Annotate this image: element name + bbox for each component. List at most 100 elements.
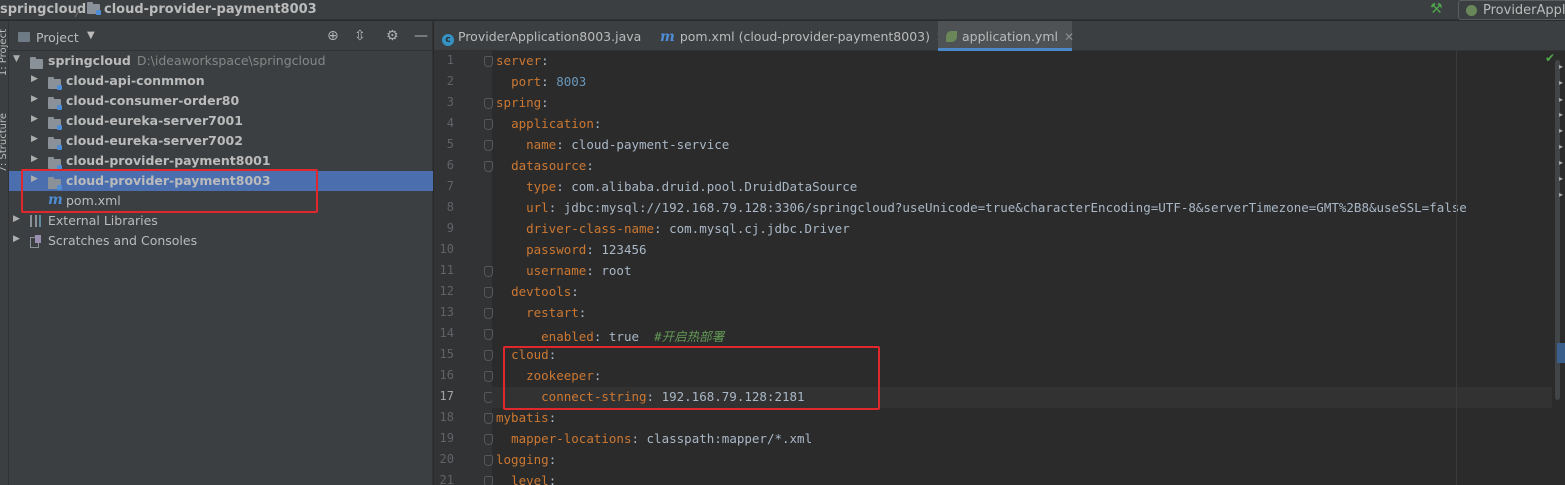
line-number: 13 (439, 305, 454, 319)
line-number: 20 (439, 452, 454, 466)
yaml-key: spring (496, 95, 542, 110)
yaml-key: mapper-locations (511, 431, 632, 446)
tree-module[interactable]: ▶ cloud-eureka-server7002 (9, 131, 433, 151)
tab-provider-application[interactable]: c ProviderApplication8003.java (442, 21, 654, 51)
yaml-value: : (578, 305, 587, 320)
code-line: type: com.alibaba.druid.pool.DruidDataSo… (496, 179, 857, 194)
file-label: pom.xml (66, 193, 121, 208)
tree-module[interactable]: ▶ cloud-consumer-order80 (9, 91, 433, 111)
yaml-value: 8003 (556, 74, 587, 89)
tree-module-selected[interactable]: ▶ cloud-provider-payment8003 (9, 171, 433, 191)
build-hammer-icon[interactable]: ⚒ (1430, 1, 1443, 17)
line-number: 6 (446, 158, 454, 172)
module-folder-icon (48, 116, 65, 131)
tree-module[interactable]: ▶ cloud-api-conmmon (9, 71, 433, 91)
code-line: port: 8003 (496, 74, 586, 89)
yaml-value: : (548, 473, 557, 485)
yaml-key: driver-class-name (526, 221, 655, 236)
yaml-value: : 192.168.79.128:2181 (646, 389, 805, 404)
yaml-value: : 123456 (586, 242, 647, 257)
hide-panel-icon[interactable]: — (414, 28, 428, 44)
tab-label: ProviderApplication8003.java (458, 29, 642, 44)
tree-file-pom[interactable]: m pom.xml (9, 191, 433, 211)
collapsed-arrow-icon[interactable]: ▶ (13, 234, 20, 244)
project-tool-tab[interactable]: 1: Project (0, 29, 9, 76)
collapsed-arrow-icon[interactable]: ▶ (31, 154, 38, 164)
chevron-down-icon[interactable]: ▼ (87, 30, 95, 41)
expanded-arrow-icon[interactable]: ▼ (13, 54, 20, 64)
close-icon[interactable]: ✕ (1064, 30, 1074, 44)
yaml-value (496, 179, 526, 194)
tree-external-libraries[interactable]: ▶ External Libraries (9, 211, 433, 231)
line-number: 5 (446, 137, 454, 151)
code-line: datasource: (496, 158, 594, 173)
code-line: driver-class-name: com.mysql.cj.jdbc.Dri… (496, 221, 850, 236)
maven-icon: m (660, 29, 675, 45)
folder-icon (30, 56, 47, 71)
tab-pom-xml[interactable]: mpom.xml (cloud-provider-payment8003)✕ (660, 21, 946, 51)
breadcrumb-separator: 〉 (74, 5, 88, 20)
code-line: spring: (496, 95, 549, 110)
collapsed-arrow-icon[interactable]: ▶ (31, 74, 38, 84)
gutter-marker-icon: ▸ (1559, 158, 1564, 167)
editor-tabs: c ProviderApplication8003.java m pom.xml (… (434, 21, 1565, 51)
code-line: server: (496, 53, 549, 68)
run-configuration-select[interactable]: ProviderApplication8003 (1458, 0, 1565, 20)
inspection-ok-check-icon[interactable]: ✔ (1545, 51, 1555, 65)
spring-leaf-icon (946, 31, 957, 42)
line-number: 3 (446, 95, 454, 109)
gear-icon[interactable]: ⚙ (386, 28, 399, 44)
collapsed-arrow-icon[interactable]: ▶ (13, 214, 20, 224)
yaml-value (496, 116, 511, 131)
breadcrumb-module[interactable]: cloud-provider-payment8003 (87, 2, 317, 17)
library-icon (30, 215, 43, 227)
yaml-key: url (526, 200, 549, 215)
code-line: mapper-locations: classpath:mapper/*.xml (496, 431, 812, 446)
collapse-all-icon[interactable]: ⇳ (354, 28, 366, 44)
tab-application-yml[interactable]: application.yml ✕ (938, 21, 1074, 51)
left-tool-strip: 1: Project 7: Structure (0, 21, 9, 485)
gutter-marker-icon: ▸ (1559, 95, 1564, 104)
yaml-key: datasource (511, 158, 587, 173)
line-number: 17 (439, 389, 454, 403)
tree-root-springcloud[interactable]: ▼ springcloud D:\ideaworkspace\springclou… (9, 51, 433, 71)
code-line: cloud: (496, 347, 556, 362)
module-folder-icon (48, 76, 65, 91)
yaml-key: cloud (511, 347, 549, 362)
structure-tool-tab[interactable]: 7: Structure (0, 113, 9, 172)
yaml-value (496, 329, 541, 344)
yaml-value (496, 284, 511, 299)
yaml-key: zookeeper (526, 368, 594, 383)
yaml-comment: #开启热部署 (654, 329, 725, 344)
tree-module[interactable]: ▶ cloud-eureka-server7001 (9, 111, 433, 131)
yaml-value (496, 242, 526, 257)
gutter-marker-icon: ▸ (1559, 174, 1564, 183)
right-margin-guide (1456, 51, 1457, 485)
collapsed-arrow-icon[interactable]: ▶ (31, 174, 38, 184)
yaml-value: : cloud-payment-service (556, 137, 730, 152)
collapsed-arrow-icon[interactable]: ▶ (31, 114, 38, 124)
line-number: 2 (446, 74, 454, 88)
yaml-value: : (541, 53, 549, 68)
tree-scratches[interactable]: ▶ Scratches and Consoles (9, 231, 433, 251)
locate-target-icon[interactable]: ⊕ (327, 28, 339, 44)
code-line: username: root (496, 263, 631, 278)
yaml-value: : (548, 347, 557, 362)
yaml-value (496, 389, 541, 404)
module-folder-icon (48, 176, 65, 191)
root-project-name: springcloud (48, 53, 131, 68)
collapsed-arrow-icon[interactable]: ▶ (31, 134, 38, 144)
project-view-title[interactable]: Project (36, 30, 79, 45)
module-folder-icon (87, 2, 101, 15)
tree-module[interactable]: ▶ cloud-provider-payment8001 (9, 151, 433, 171)
line-number: 11 (439, 263, 454, 277)
yaml-value (496, 368, 526, 383)
yaml-value: : (593, 116, 602, 131)
code-area[interactable]: server: port: 8003 spring: application: n… (492, 51, 1552, 485)
gutter-marker-icon: ▸ (1559, 126, 1564, 135)
module-folder-icon (48, 136, 65, 151)
yaml-key: server (496, 53, 542, 68)
yaml-value: : com.mysql.cj.jdbc.Driver (654, 221, 850, 236)
yaml-key: username (526, 263, 587, 278)
collapsed-arrow-icon[interactable]: ▶ (31, 94, 38, 104)
